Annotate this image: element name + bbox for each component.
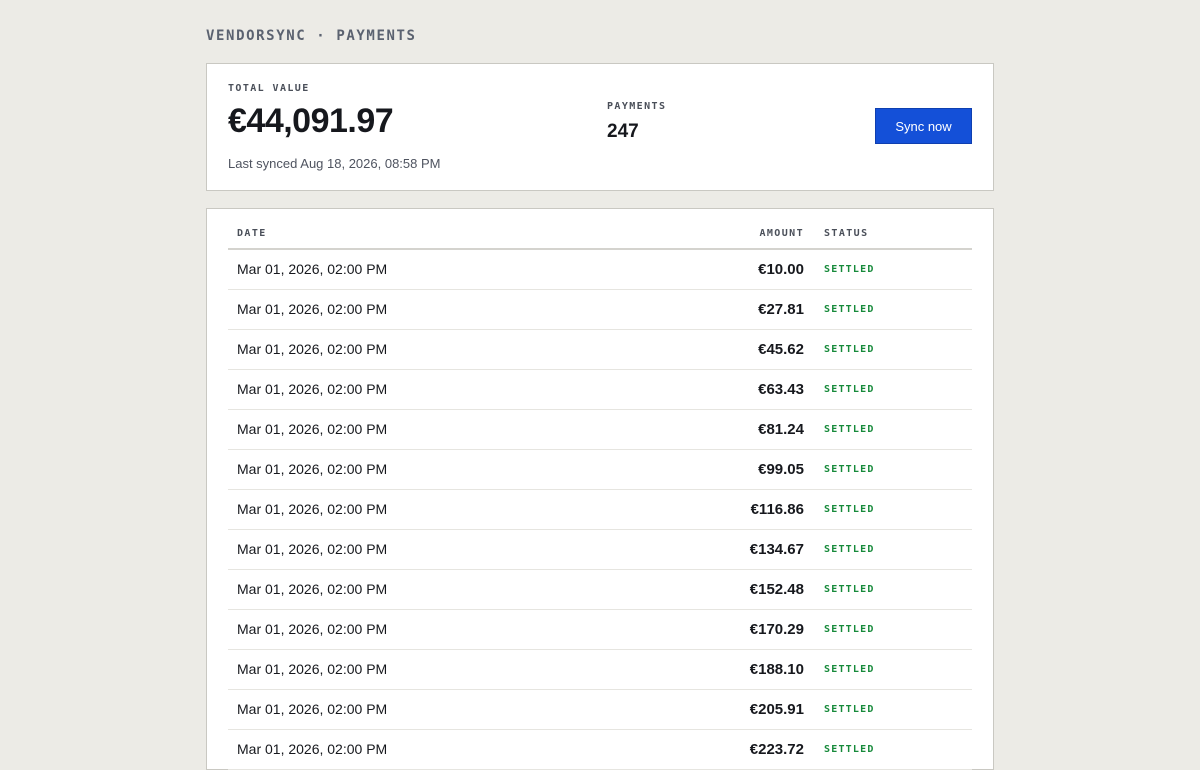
row-date: Mar 01, 2026, 02:00 PM (237, 261, 388, 277)
table-header: DATE AMOUNT STATUS (228, 209, 972, 250)
table-row[interactable]: Mar 01, 2026, 02:00 PM €205.91 SETTLED (228, 690, 972, 730)
payments-table-card: DATE AMOUNT STATUS Mar 01, 2026, 02:00 P… (206, 208, 994, 770)
status-badge: SETTLED (824, 464, 875, 475)
total-value: €44,091.97 (228, 102, 394, 140)
row-date: Mar 01, 2026, 02:00 PM (237, 541, 388, 557)
status-badge: SETTLED (824, 384, 875, 395)
summary-card: TOTAL VALUE €44,091.97 Last synced Aug 1… (206, 63, 994, 191)
page-header: VENDORSYNC · PAYMENTS (206, 28, 417, 44)
status-badge: SETTLED (824, 544, 875, 555)
payments-label: PAYMENTS (607, 101, 667, 112)
row-amount: €205.91 (749, 701, 804, 718)
status-badge: SETTLED (824, 624, 875, 635)
row-amount: €45.62 (758, 341, 804, 358)
row-amount: €99.05 (758, 461, 804, 478)
status-badge: SETTLED (824, 584, 875, 595)
row-amount: €27.81 (758, 301, 804, 318)
table-body: Mar 01, 2026, 02:00 PM €10.00 SETTLED Mar 0… (228, 250, 972, 770)
table-row[interactable]: Mar 01, 2026, 02:00 PM €10.00 SETTLED (228, 250, 972, 290)
header-separator: · (316, 28, 327, 44)
row-date: Mar 01, 2026, 02:00 PM (237, 461, 388, 477)
status-badge: SETTLED (824, 424, 875, 435)
table-row[interactable]: Mar 01, 2026, 02:00 PM €116.86 SETTLED (228, 490, 972, 530)
row-date: Mar 01, 2026, 02:00 PM (237, 381, 388, 397)
total-value-label: TOTAL VALUE (228, 83, 310, 94)
row-amount: €81.24 (758, 421, 804, 438)
row-amount: €188.10 (749, 661, 804, 678)
status-badge: SETTLED (824, 344, 875, 355)
table-row[interactable]: Mar 01, 2026, 02:00 PM €223.72 SETTLED (228, 730, 972, 770)
status-badge: SETTLED (824, 704, 875, 715)
row-date: Mar 01, 2026, 02:00 PM (237, 421, 388, 437)
table-row[interactable]: Mar 01, 2026, 02:00 PM €188.10 SETTLED (228, 650, 972, 690)
table-row[interactable]: Mar 01, 2026, 02:00 PM €99.05 SETTLED (228, 450, 972, 490)
row-date: Mar 01, 2026, 02:00 PM (237, 301, 388, 317)
row-amount: €63.43 (758, 381, 804, 398)
row-amount: €170.29 (749, 621, 804, 638)
table-row[interactable]: Mar 01, 2026, 02:00 PM €27.81 SETTLED (228, 290, 972, 330)
status-badge: SETTLED (824, 664, 875, 675)
row-date: Mar 01, 2026, 02:00 PM (237, 741, 388, 757)
status-badge: SETTLED (824, 264, 875, 275)
payments-count: 247 (607, 121, 639, 142)
payments-table: DATE AMOUNT STATUS Mar 01, 2026, 02:00 P… (228, 209, 972, 770)
row-date: Mar 01, 2026, 02:00 PM (237, 661, 388, 677)
row-date: Mar 01, 2026, 02:00 PM (237, 621, 388, 637)
row-date: Mar 01, 2026, 02:00 PM (237, 581, 388, 597)
table-row[interactable]: Mar 01, 2026, 02:00 PM €134.67 SETTLED (228, 530, 972, 570)
row-amount: €116.86 (750, 501, 804, 518)
table-row[interactable]: Mar 01, 2026, 02:00 PM €63.43 SETTLED (228, 370, 972, 410)
row-amount: €134.67 (749, 541, 804, 558)
row-date: Mar 01, 2026, 02:00 PM (237, 701, 388, 717)
section-title: PAYMENTS (336, 28, 417, 44)
status-badge: SETTLED (824, 504, 875, 515)
column-header-amount[interactable]: AMOUNT (759, 228, 804, 239)
sync-now-button[interactable]: Sync now (875, 108, 972, 144)
row-amount: €152.48 (749, 581, 804, 598)
table-row[interactable]: Mar 01, 2026, 02:00 PM €81.24 SETTLED (228, 410, 972, 450)
table-row[interactable]: Mar 01, 2026, 02:00 PM €170.29 SETTLED (228, 610, 972, 650)
row-date: Mar 01, 2026, 02:00 PM (237, 501, 388, 517)
table-row[interactable]: Mar 01, 2026, 02:00 PM €152.48 SETTLED (228, 570, 972, 610)
last-synced-text: Last synced Aug 18, 2026, 08:58 PM (228, 156, 441, 171)
column-header-status[interactable]: STATUS (824, 228, 869, 239)
column-header-date[interactable]: DATE (237, 228, 267, 239)
table-row[interactable]: Mar 01, 2026, 02:00 PM €45.62 SETTLED (228, 330, 972, 370)
status-badge: SETTLED (824, 304, 875, 315)
row-amount: €10.00 (758, 261, 804, 278)
row-date: Mar 01, 2026, 02:00 PM (237, 341, 388, 357)
brand-name: VENDORSYNC (206, 28, 307, 44)
